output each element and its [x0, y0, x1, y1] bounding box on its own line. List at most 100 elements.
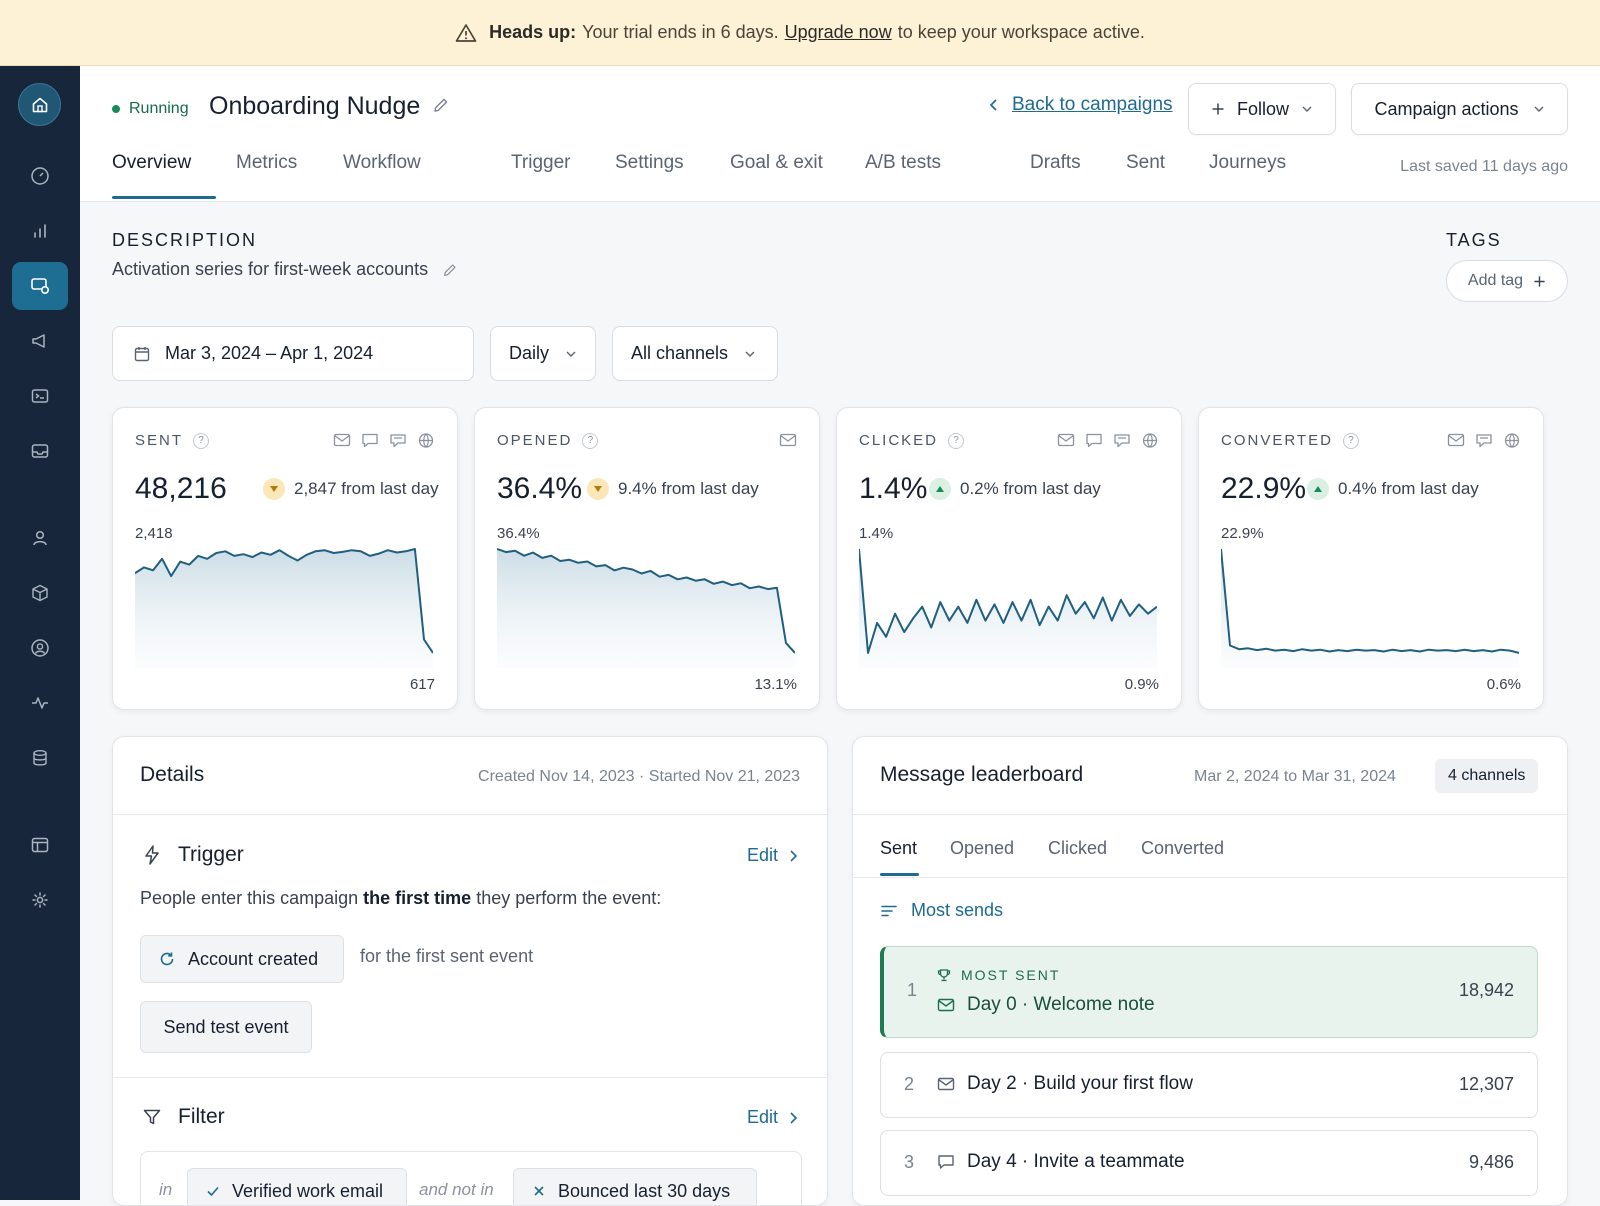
leaderboard-row[interactable]: 3 Day 4 · Invite a teammate 9,486 [880, 1130, 1538, 1196]
chevron-down-icon [1534, 106, 1544, 112]
banner-text: Your trial ends in 6 days. [582, 22, 779, 42]
campaign-actions-button[interactable]: Campaign actions [1351, 83, 1568, 135]
upgrade-link[interactable]: Upgrade now [785, 22, 892, 43]
sidebar-item-dashboard[interactable] [12, 152, 68, 200]
sort-most-sends[interactable]: Most sends [880, 900, 1003, 921]
metric-label-text: CLICKED [859, 432, 939, 449]
sidebar-item-analytics[interactable] [12, 207, 68, 255]
warning-icon [455, 23, 477, 43]
date-range-picker[interactable]: Mar 3, 2024 – Apr 1, 2024 [112, 326, 474, 381]
leaderboard-tab-opened[interactable]: Opened [950, 838, 1014, 859]
sidebar-item-accounts[interactable] [12, 624, 68, 672]
leaderboard-row[interactable]: 2 Day 2 · Build your first flow 12,307 [880, 1052, 1538, 1118]
filter-not-in-chip[interactable]: Bounced last 30 days [513, 1168, 757, 1205]
sidebar-item-transactional[interactable] [12, 372, 68, 420]
sidebar-item-data[interactable] [12, 734, 68, 782]
tab-ab-tests[interactable]: A/B tests [865, 152, 941, 174]
metric-label-text: OPENED [497, 432, 573, 449]
metric-delta-text: 0.2% from last day [960, 479, 1101, 498]
metric-value: 22.9% [1221, 472, 1307, 505]
edit-description-icon[interactable] [442, 262, 458, 278]
send-test-event-button[interactable]: Send test event [140, 1001, 312, 1053]
metric-label-text: CONVERTED [1221, 432, 1333, 449]
metric-card-opened[interactable]: OPENED? 36.4% 9.4% from last day 36.4% 13.1% [474, 407, 820, 710]
help-icon[interactable]: ? [193, 432, 210, 449]
email-icon [779, 433, 797, 447]
metric-channels [1447, 432, 1521, 449]
trigger-event-chip[interactable]: Account created [140, 935, 344, 983]
help-icon[interactable]: ? [948, 432, 965, 449]
channels-count-badge: 4 channels [1435, 759, 1539, 793]
filter-not-in-label: and not in [419, 1180, 494, 1199]
leaderboard-title: Message leaderboard [880, 763, 1084, 786]
leaderboard-tab-sent[interactable]: Sent [880, 838, 917, 859]
sidebar-item-people[interactable] [12, 514, 68, 562]
divider [853, 877, 1567, 878]
tab-journeys[interactable]: Journeys [1209, 152, 1286, 174]
leaderboard-tab-converted[interactable]: Converted [1141, 838, 1224, 859]
channels-value: All channels [631, 343, 729, 363]
home-icon [32, 97, 47, 112]
filter-icon [143, 1109, 161, 1125]
leaderboard-tab-indicator [880, 873, 919, 876]
metric-card-clicked[interactable]: CLICKED? 1.4% 0.2% from last day 1.4% 0.9% [836, 407, 1182, 710]
email-icon [1057, 433, 1075, 447]
tab-settings[interactable]: Settings [615, 152, 684, 174]
sidebar [0, 66, 80, 1200]
leaderboard-message-name: Day 0 · Welcome note [967, 994, 1155, 1015]
metric-label: SENT? [135, 432, 210, 449]
leaderboard-row[interactable]: 1 MOST SENT Day 0 · Welcome note 18,942 [880, 946, 1538, 1038]
sidebar-item-campaigns[interactable] [12, 262, 68, 310]
add-tag-button[interactable]: Add tag [1446, 260, 1568, 302]
metric-card-converted[interactable]: CONVERTED? 22.9% 0.4% from last day 22.9% 0.… [1198, 407, 1544, 710]
metric-min: 0.6% [1486, 676, 1521, 693]
edit-filter-link[interactable]: Edit [747, 1107, 798, 1128]
layout-icon [31, 837, 49, 853]
tab-overview[interactable]: Overview [112, 152, 191, 174]
filter-in-chip[interactable]: Verified work email [187, 1168, 407, 1205]
status-label: Running [129, 100, 189, 117]
description-text: Activation series for first-week account… [112, 259, 429, 279]
metric-delta: 9.4% from last day [587, 478, 759, 500]
help-icon[interactable]: ? [1342, 432, 1359, 449]
metric-label-text: SENT [135, 432, 184, 449]
home-button[interactable] [18, 83, 61, 126]
sidebar-item-layouts[interactable] [12, 821, 68, 869]
gauge-icon [31, 167, 49, 185]
help-icon[interactable]: ? [582, 432, 599, 449]
plus-icon [1212, 103, 1224, 115]
refresh-icon [160, 952, 174, 966]
leaderboard-rank: 1 [907, 980, 918, 1000]
tab-goal-exit[interactable]: Goal & exit [730, 152, 823, 174]
metric-label: CLICKED? [859, 432, 965, 449]
interval-select[interactable]: Daily [490, 326, 596, 381]
tab-drafts[interactable]: Drafts [1030, 152, 1081, 174]
back-to-campaigns-link[interactable]: Back to campaigns [988, 94, 1173, 116]
trigger-text-bold: the first time [363, 888, 472, 908]
campaigns-icon [31, 278, 50, 295]
tab-metrics[interactable]: Metrics [236, 152, 297, 174]
trigger-event-name: Account created [188, 948, 319, 969]
email-icon [937, 1077, 955, 1091]
channels-select[interactable]: All channels [612, 326, 778, 381]
trigger-text-before: People enter this campaign [140, 888, 359, 908]
sidebar-item-broadcasts[interactable] [12, 317, 68, 365]
edit-trigger-link[interactable]: Edit [747, 845, 798, 866]
trend-up-icon [929, 478, 951, 500]
leaderboard-rank: 3 [904, 1152, 915, 1172]
edit-title-icon[interactable] [432, 96, 450, 119]
metric-card-sent[interactable]: SENT? 48,216 2,847 from last day 2,418 617 [112, 407, 458, 710]
tab-trigger[interactable]: Trigger [511, 152, 570, 174]
sidebar-item-activity[interactable] [12, 679, 68, 727]
metric-max: 1.4% [859, 525, 894, 542]
leaderboard-value: 18,942 [1458, 980, 1514, 1000]
sidebar-item-inbox[interactable] [12, 427, 68, 475]
follow-button[interactable]: Follow [1188, 83, 1336, 135]
main-content: Running Onboarding Nudge Back to campaig… [80, 66, 1600, 1206]
tab-sent[interactable]: Sent [1126, 152, 1165, 174]
leaderboard-tab-clicked[interactable]: Clicked [1048, 838, 1107, 859]
tab-workflow[interactable]: Workflow [343, 152, 421, 174]
sidebar-item-objects[interactable] [12, 569, 68, 617]
metric-delta-text: 2,847 from last day [294, 479, 439, 498]
sidebar-item-settings[interactable] [12, 876, 68, 924]
